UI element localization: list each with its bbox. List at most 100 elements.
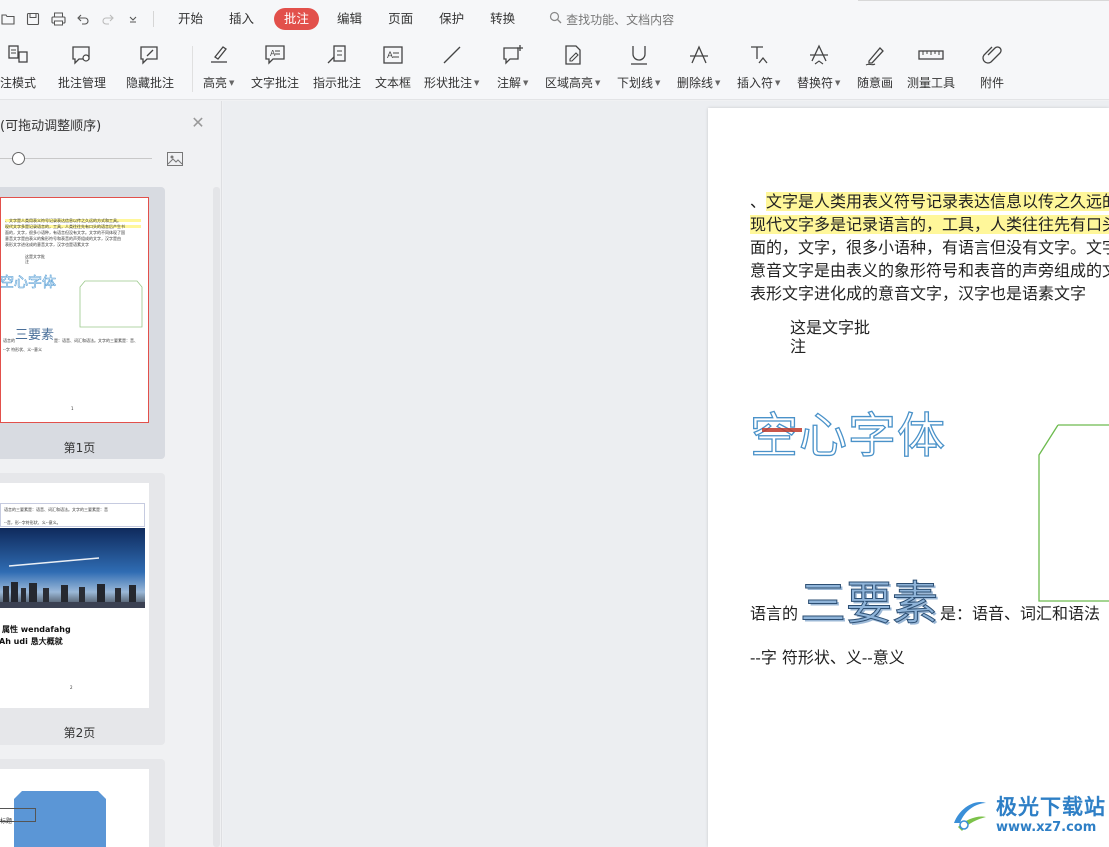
- shape-annotation[interactable]: [1038, 424, 1109, 602]
- image-icon[interactable]: [167, 151, 183, 166]
- watermark-logo-icon: [954, 801, 986, 831]
- highlight-button[interactable]: 高亮 ▼: [203, 42, 234, 91]
- ribbon-label: 文本框: [375, 76, 412, 90]
- ruler-button[interactable]: 测量工具: [907, 42, 955, 91]
- thumb-tail-row: 语言的 三要素 是：语音、词汇和语法。文字的三要素是：音、: [3, 329, 139, 344]
- ribbon-label: 注模式: [0, 76, 37, 90]
- dropdown-caret-icon[interactable]: ▼: [715, 79, 720, 87]
- ribbon-separator: [192, 46, 193, 92]
- three-elements-line: 语言的 三要素 是：语音、词汇和语法: [750, 578, 1100, 629]
- thumbnail-pane: (可拖动调整顺序) ✕ 、文字是人类用表义符号记录表达信息以传之久远的方式和工具…: [0, 101, 222, 847]
- thumbnail-page-2[interactable]: 语言的三要素是：语音、词汇和语法。文字的三要素是：音 --音，形--字符形状、义…: [0, 473, 165, 745]
- ribbon-label: 替换符: [797, 76, 834, 90]
- highlighted-text[interactable]: 文字是人类用表义符号记录表达信息以传之久远的方式和工具。: [766, 192, 1109, 211]
- watermark-text: 极光下载站 www.xz7.com: [996, 794, 1106, 835]
- ribbon-label: 注解: [497, 76, 522, 90]
- tab-start[interactable]: 开始: [166, 8, 215, 30]
- search-box[interactable]: 查找功能、文档内容: [549, 11, 674, 28]
- doc-line: 意音文字是由表义的象形符号和表音的声旁组成的文字，汉字: [750, 259, 1109, 282]
- title-divider: [858, 0, 1109, 1]
- text-annotation[interactable]: 这是文字批 注: [790, 318, 870, 356]
- hide-annotation-icon: [137, 42, 163, 68]
- thumb-text: 标题: [0, 818, 13, 825]
- dropdown-caret-icon[interactable]: ▼: [595, 79, 600, 87]
- strikethrough-icon: [686, 42, 712, 68]
- note-icon: [500, 42, 526, 68]
- dropdown-caret-icon[interactable]: ▼: [229, 79, 234, 87]
- thumb-text: 、文字是人类用表义符号记录表达信息以传之久远的方式和工具。: [5, 218, 121, 223]
- dropdown-caret-icon[interactable]: ▼: [775, 79, 780, 87]
- strikethrough-button[interactable]: 删除线 ▼: [677, 42, 720, 91]
- text-annotation-button[interactable]: A 文字批注: [251, 42, 299, 91]
- three-elements-word[interactable]: 三要素: [800, 578, 939, 629]
- highlighted-text[interactable]: 现代文字多是记录语言的，工具，人类往往先有口头的语言后: [750, 215, 1109, 234]
- tab-convert[interactable]: 转换: [478, 8, 527, 30]
- shape-annotation-button[interactable]: 形状批注 ▼: [424, 42, 479, 91]
- tab-page[interactable]: 页面: [376, 8, 425, 30]
- note-button[interactable]: 注解 ▼: [497, 42, 528, 91]
- annotation-ribbon: 注模式 批注管理 隐藏批注 高亮 ▼ A 文字批注 指示批注 A 文本框 形状批…: [0, 38, 1109, 100]
- doc-line-text: --字 符形状、义--意义: [750, 648, 905, 667]
- annotation-manage-icon: [69, 42, 95, 68]
- menu-bar: 开始 插入 批注 编辑 页面 保护 转换 查找功能、文档内容: [0, 0, 1109, 38]
- watermark-url: www.xz7.com: [996, 819, 1097, 835]
- caret-insert-button[interactable]: 插入符 ▼: [737, 42, 780, 91]
- save-icon[interactable]: [25, 11, 41, 27]
- doc-line: 、文字是人类用表义符号记录表达信息以传之久远的方式和工具。: [750, 190, 1109, 213]
- document-body: 、文字是人类用表义符号记录表达信息以传之久远的方式和工具。 现代文字多是记录语言…: [750, 190, 1109, 305]
- pdf-editor-window: 开始 插入 批注 编辑 页面 保护 转换 查找功能、文档内容 注模式 批注管理 …: [0, 0, 1109, 847]
- hide-annotation-button[interactable]: 隐藏批注: [126, 42, 174, 91]
- annotation-mode-button[interactable]: 注模式: [0, 42, 36, 91]
- ribbon-label: 插入符: [737, 76, 774, 90]
- tab-protect[interactable]: 保护: [427, 8, 476, 30]
- textbox-button[interactable]: A 文本框: [375, 42, 411, 91]
- page-label: 第2页: [63, 726, 96, 740]
- dropdown-caret-icon[interactable]: ▼: [523, 79, 528, 87]
- annotation-mode-icon: [5, 42, 31, 68]
- thumbnail-page-1[interactable]: 、文字是人类用表义符号记录表达信息以传之久远的方式和工具。 现代文字多是记录语言…: [0, 187, 165, 459]
- thumb-text: 语言的: [3, 338, 15, 343]
- thumb-text: 注: [25, 259, 29, 264]
- document-page: 、文字是人类用表义符号记录表达信息以传之久远的方式和工具。 现代文字多是记录语言…: [708, 108, 1109, 847]
- freehand-button[interactable]: 随意画: [857, 42, 893, 91]
- thumb-caption: 属性 wendafahg: [2, 625, 71, 634]
- area-highlight-button[interactable]: 区域高亮 ▼: [545, 42, 600, 91]
- close-icon[interactable]: ✕: [190, 115, 206, 131]
- dropdown-caret-icon[interactable]: ▼: [655, 79, 660, 87]
- strikeout-mark[interactable]: [762, 428, 802, 432]
- tab-edit[interactable]: 编辑: [325, 8, 374, 30]
- thumb-text: 表形文字进化成的意音文字，汉字也是语素文字: [5, 242, 89, 247]
- ribbon-label: 随意画: [857, 76, 894, 90]
- tab-insert[interactable]: 插入: [217, 8, 266, 30]
- dropdown-caret-icon[interactable]: ▼: [474, 79, 479, 87]
- replace-button[interactable]: 替换符 ▼: [797, 42, 840, 91]
- thumbnail-page-3[interactable]: 标题: [0, 759, 165, 847]
- thumb-text: 是：语音、词汇和语法。文字的三要素是：音、: [54, 338, 139, 343]
- doc-line-prefix: 、: [750, 192, 767, 211]
- tab-annotate[interactable]: 批注: [274, 8, 320, 30]
- redo-icon[interactable]: [100, 11, 116, 27]
- print-icon[interactable]: [50, 11, 66, 27]
- pointer-annotation-button[interactable]: 指示批注: [313, 42, 361, 91]
- slider-knob[interactable]: [12, 152, 26, 165]
- doc-line: 面的，文字，很多小语种，有语言但没有文字。文字的不同体现: [750, 236, 1109, 259]
- thumbnail-scrollbar[interactable]: [213, 187, 220, 847]
- thumb-text: 现代文字多是记录语言的，工具，人类往往先有口头的语言后产生书: [5, 224, 125, 229]
- caret-insert-icon: [746, 42, 772, 68]
- thumbnail-page-1-preview: 、文字是人类用表义符号记录表达信息以传之久远的方式和工具。 现代文字多是记录语言…: [0, 197, 149, 423]
- thumb-text: 面的，文字，很多小语种，有语言但没有文字。文字的不同体现了国: [5, 230, 125, 235]
- dropdown-caret-icon[interactable]: ▼: [835, 79, 840, 87]
- ribbon-label: 高亮: [203, 76, 228, 90]
- thumb-night-image: [0, 528, 145, 608]
- annotation-manage-button[interactable]: 批注管理: [58, 42, 106, 91]
- underline-button[interactable]: 下划线 ▼: [617, 42, 660, 91]
- ribbon-label: 指示批注: [313, 76, 362, 90]
- open-folder-icon[interactable]: [0, 11, 16, 27]
- ribbon-label: 删除线: [677, 76, 714, 90]
- ribbon-label: 隐藏批注: [126, 76, 175, 90]
- watermark-title: 极光下载站: [996, 794, 1106, 819]
- attachment-button[interactable]: 附件: [979, 42, 1005, 91]
- undo-icon[interactable]: [75, 11, 91, 27]
- search-icon: [549, 11, 562, 27]
- customize-chevron-icon[interactable]: [125, 11, 141, 27]
